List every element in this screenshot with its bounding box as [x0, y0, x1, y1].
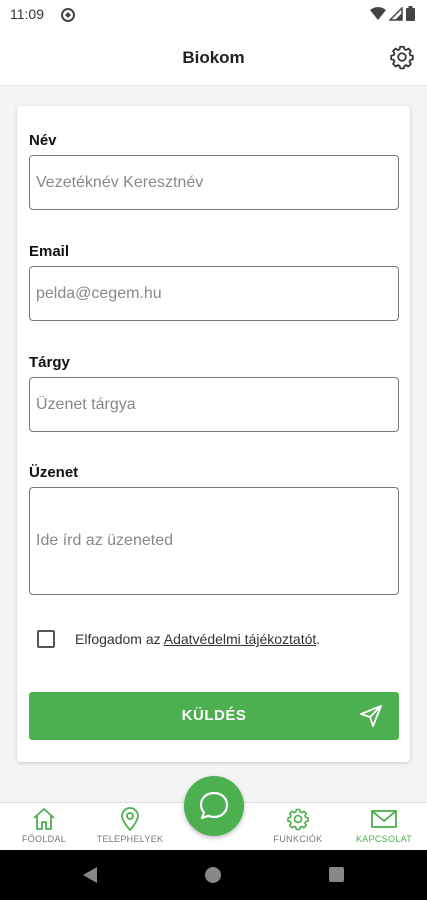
consent-prefix: Elfogadom az — [75, 631, 164, 647]
consent-suffix: . — [316, 631, 321, 647]
home-circle-icon[interactable] — [205, 867, 221, 883]
wifi-icon — [370, 6, 386, 20]
consent-row: Elfogadom az Adatvédelmi tájékoztatót. — [37, 630, 320, 648]
gear-icon — [390, 45, 414, 70]
status-time: 11:09 — [10, 6, 44, 22]
name-input[interactable] — [29, 155, 399, 210]
system-navigation-bar — [0, 850, 427, 900]
settings-button[interactable] — [387, 42, 417, 72]
nav-item-home[interactable]: FŐOLDAL — [4, 807, 84, 844]
send-button-label: KÜLDÉS — [181, 707, 247, 724]
email-input[interactable] — [29, 266, 399, 321]
message-label: Üzenet — [29, 464, 79, 481]
app-bar: Biokom — [0, 30, 427, 86]
status-icons — [370, 6, 415, 21]
consent-text: Elfogadom az Adatvédelmi tájékoztatót. — [75, 631, 320, 647]
nav-label-home: FŐOLDAL — [21, 834, 67, 844]
status-bar: 11:09 — [0, 0, 427, 30]
name-label: Név — [29, 132, 57, 149]
back-icon[interactable] — [82, 866, 98, 884]
nav-item-locations[interactable]: TELEPHELYEK — [90, 807, 170, 844]
chat-bubble-icon — [199, 791, 229, 820]
nav-item-functions[interactable]: FUNKCIÓK — [258, 807, 338, 844]
consent-checkbox[interactable] — [37, 630, 55, 648]
location-pin-icon — [121, 807, 139, 831]
nav-item-contact[interactable]: KAPCSOLAT — [344, 807, 424, 844]
recents-square-icon[interactable] — [329, 867, 344, 882]
page-title: Biokom — [182, 48, 245, 67]
app-notification-icon — [60, 7, 76, 28]
gear-icon — [287, 808, 309, 831]
subject-input[interactable] — [29, 377, 399, 432]
send-button[interactable]: KÜLDÉS — [29, 692, 399, 740]
nav-label-contact: KAPCSOLAT — [355, 834, 413, 844]
nav-label-locations: TELEPHELYEK — [96, 834, 164, 844]
mail-icon — [371, 810, 397, 828]
nav-label-functions: FUNKCIÓK — [273, 834, 323, 844]
signal-icon — [389, 6, 403, 21]
chat-fab-button[interactable] — [184, 776, 244, 836]
message-textarea[interactable] — [29, 487, 399, 595]
send-icon — [360, 705, 382, 727]
home-icon — [33, 808, 55, 830]
contact-form-card: Név Email Tárgy Üzenet Elfogadom az Adat… — [17, 106, 410, 762]
subject-label: Tárgy — [29, 354, 70, 371]
email-label: Email — [29, 243, 70, 260]
privacy-policy-link[interactable]: Adatvédelmi tájékoztatót — [164, 631, 317, 647]
battery-icon — [406, 6, 415, 21]
